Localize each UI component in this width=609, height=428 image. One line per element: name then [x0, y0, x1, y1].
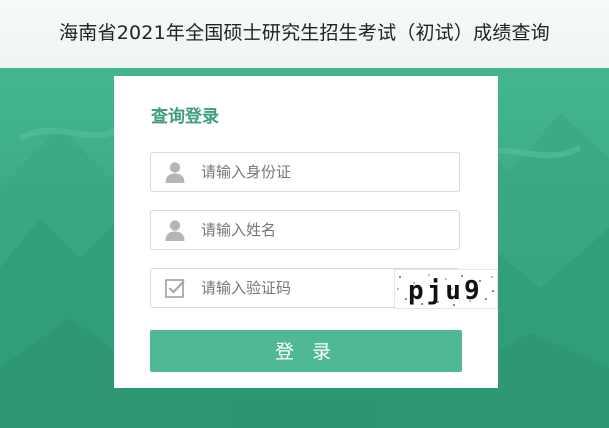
captcha-image[interactable]: pju9 — [394, 269, 498, 309]
id-number-field[interactable] — [150, 152, 460, 192]
login-card-title: 查询登录 — [151, 107, 219, 127]
name-input[interactable] — [201, 211, 401, 249]
user-icon — [165, 220, 185, 241]
login-button[interactable]: 登 录 — [150, 330, 462, 372]
name-field[interactable] — [150, 210, 460, 250]
captcha-text: pju9 — [408, 276, 483, 306]
id-number-input[interactable] — [201, 153, 401, 191]
login-card: 查询登录 请输入身份证 请输入姓名 请输入验证码 pju9 登 录 — [114, 76, 498, 388]
captcha-input[interactable] — [201, 269, 381, 307]
captcha-field[interactable]: pju9 — [150, 268, 498, 309]
user-icon — [165, 162, 185, 183]
checkbox-icon — [165, 279, 185, 298]
page-title: 海南省2021年全国硕士研究生招生考试（初试）成绩查询 — [59, 22, 550, 44]
